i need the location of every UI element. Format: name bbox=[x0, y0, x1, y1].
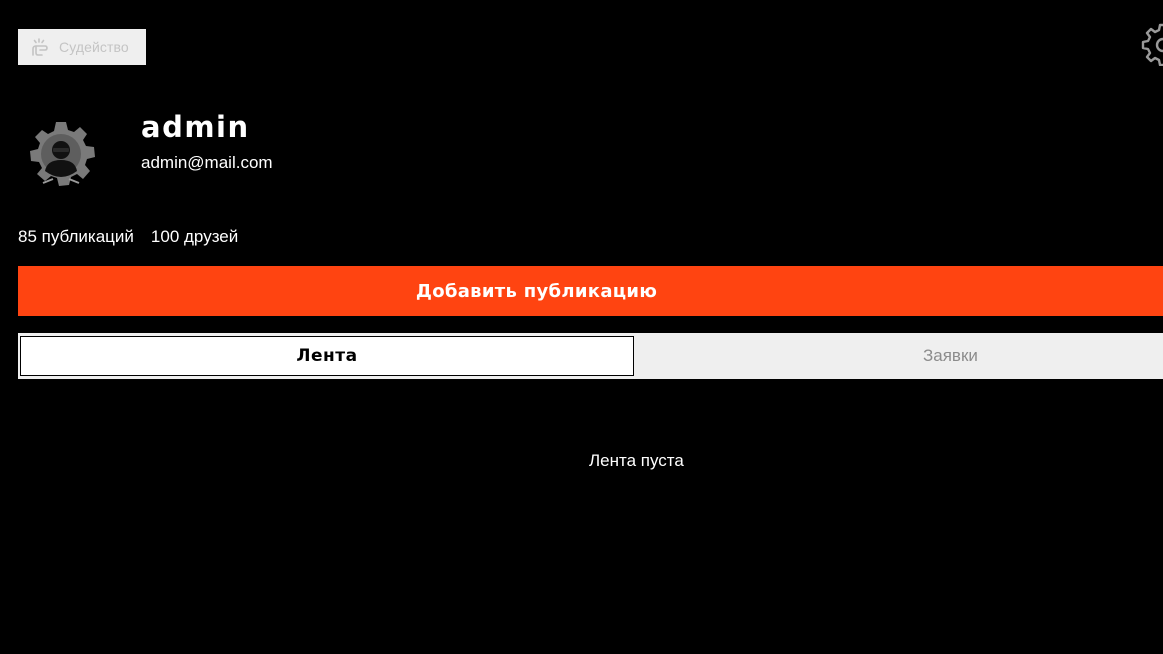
profile-username: admin bbox=[141, 110, 250, 144]
profile-tabs: Лента Заявки bbox=[18, 333, 1163, 379]
empty-feed-message: Лента пуста bbox=[589, 451, 684, 470]
judging-button-label: Судейство bbox=[59, 39, 129, 55]
profile-stats: 85 публикаций 100 друзей bbox=[18, 226, 238, 248]
avatar bbox=[25, 121, 97, 193]
profile-page: Судейство admin admin@mail.com 85 публик… bbox=[0, 0, 1163, 654]
publications-count: 85 публикаций bbox=[18, 227, 134, 246]
settings-gear-icon[interactable] bbox=[1141, 22, 1163, 67]
tab-feed[interactable]: Лента bbox=[20, 336, 634, 376]
friends-count[interactable]: 100 друзей bbox=[151, 226, 238, 248]
judging-button[interactable]: Судейство bbox=[18, 29, 146, 65]
pointing-hand-icon bbox=[28, 35, 52, 59]
profile-email: admin@mail.com bbox=[141, 153, 273, 172]
tab-requests-label: Заявки bbox=[923, 346, 978, 365]
add-publication-button[interactable]: Добавить публикацию bbox=[18, 266, 1163, 316]
tab-requests[interactable]: Заявки bbox=[636, 336, 1163, 376]
